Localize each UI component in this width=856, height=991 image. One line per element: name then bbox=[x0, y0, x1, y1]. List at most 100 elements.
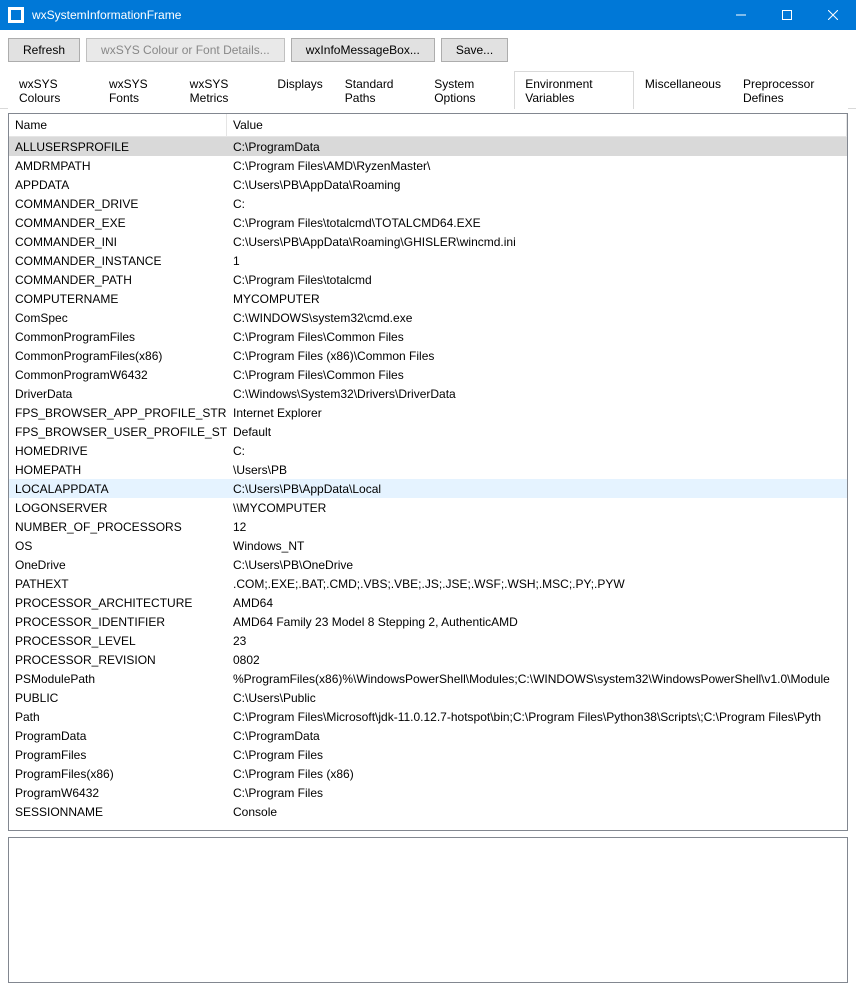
tab-miscellaneous[interactable]: Miscellaneous bbox=[634, 71, 732, 109]
table-row[interactable]: HOMEPATH\Users\PB bbox=[9, 460, 847, 479]
save-button[interactable]: Save... bbox=[441, 38, 508, 62]
table-row[interactable]: COMMANDER_EXEC:\Program Files\totalcmd\T… bbox=[9, 213, 847, 232]
cell-name: ComSpec bbox=[9, 311, 227, 325]
cell-name: CommonProgramFiles(x86) bbox=[9, 349, 227, 363]
table-row[interactable]: APPDATAC:\Users\PB\AppData\Roaming bbox=[9, 175, 847, 194]
cell-value: 1 bbox=[227, 254, 847, 268]
table-row[interactable]: ProgramDataC:\ProgramData bbox=[9, 726, 847, 745]
cell-value: C:\Users\PB\AppData\Roaming\GHISLER\winc… bbox=[227, 235, 847, 249]
cell-name: Path bbox=[9, 710, 227, 724]
cell-name: PROCESSOR_IDENTIFIER bbox=[9, 615, 227, 629]
table-row[interactable]: CommonProgramFilesC:\Program Files\Commo… bbox=[9, 327, 847, 346]
cell-name: APPDATA bbox=[9, 178, 227, 192]
cell-name: AMDRMPATH bbox=[9, 159, 227, 173]
cell-value: Console bbox=[227, 805, 847, 819]
cell-value: C:\ProgramData bbox=[227, 729, 847, 743]
cell-value: Default bbox=[227, 425, 847, 439]
table-row[interactable]: NUMBER_OF_PROCESSORS12 bbox=[9, 517, 847, 536]
cell-name: HOMEDRIVE bbox=[9, 444, 227, 458]
tab-system-options[interactable]: System Options bbox=[423, 71, 514, 109]
cell-name: PROCESSOR_ARCHITECTURE bbox=[9, 596, 227, 610]
maximize-button[interactable] bbox=[764, 0, 810, 30]
table-row[interactable]: ProgramFiles(x86)C:\Program Files (x86) bbox=[9, 764, 847, 783]
table-row[interactable]: PROCESSOR_ARCHITECTUREAMD64 bbox=[9, 593, 847, 612]
table-row[interactable]: DriverDataC:\Windows\System32\Drivers\Dr… bbox=[9, 384, 847, 403]
cell-name: FPS_BROWSER_USER_PROFILE_STRING bbox=[9, 425, 227, 439]
table-row[interactable]: OSWindows_NT bbox=[9, 536, 847, 555]
tab-standard-paths[interactable]: Standard Paths bbox=[334, 71, 423, 109]
cell-name: ProgramData bbox=[9, 729, 227, 743]
list-rows[interactable]: ALLUSERSPROFILEC:\ProgramDataAMDRMPATHC:… bbox=[9, 137, 847, 830]
table-row[interactable]: ProgramW6432C:\Program Files bbox=[9, 783, 847, 802]
tab-wxsys-metrics[interactable]: wxSYS Metrics bbox=[179, 71, 267, 109]
cell-value: AMD64 bbox=[227, 596, 847, 610]
cell-value: C:\Users\Public bbox=[227, 691, 847, 705]
cell-value: C:\Program Files bbox=[227, 786, 847, 800]
cell-value: C:\Program Files\AMD\RyzenMaster\ bbox=[227, 159, 847, 173]
tab-displays[interactable]: Displays bbox=[266, 71, 333, 109]
cell-value: C:\Program Files\Microsoft\jdk-11.0.12.7… bbox=[227, 710, 847, 724]
cell-value: \\MYCOMPUTER bbox=[227, 501, 847, 515]
cell-name: CommonProgramFiles bbox=[9, 330, 227, 344]
table-row[interactable]: FPS_BROWSER_APP_PROFILE_STRINGInternet E… bbox=[9, 403, 847, 422]
cell-name: ProgramW6432 bbox=[9, 786, 227, 800]
details-pane[interactable] bbox=[8, 837, 848, 983]
cell-value: AMD64 Family 23 Model 8 Stepping 2, Auth… bbox=[227, 615, 847, 629]
cell-name: LOGONSERVER bbox=[9, 501, 227, 515]
table-row[interactable]: PATHEXT.COM;.EXE;.BAT;.CMD;.VBS;.VBE;.JS… bbox=[9, 574, 847, 593]
cell-name: ALLUSERSPROFILE bbox=[9, 140, 227, 154]
cell-name: LOCALAPPDATA bbox=[9, 482, 227, 496]
cell-name: CommonProgramW6432 bbox=[9, 368, 227, 382]
table-row[interactable]: HOMEDRIVEC: bbox=[9, 441, 847, 460]
table-row[interactable]: PSModulePath%ProgramFiles(x86)%\WindowsP… bbox=[9, 669, 847, 688]
table-row[interactable]: ComSpecC:\WINDOWS\system32\cmd.exe bbox=[9, 308, 847, 327]
table-row[interactable]: COMMANDER_INIC:\Users\PB\AppData\Roaming… bbox=[9, 232, 847, 251]
column-header-value[interactable]: Value bbox=[227, 114, 847, 136]
table-row[interactable]: PUBLICC:\Users\Public bbox=[9, 688, 847, 707]
tab-wxsys-fonts[interactable]: wxSYS Fonts bbox=[98, 71, 179, 109]
table-row[interactable]: SESSIONNAMEConsole bbox=[9, 802, 847, 821]
cell-value: C:\Program Files bbox=[227, 748, 847, 762]
table-row[interactable]: PROCESSOR_IDENTIFIERAMD64 Family 23 Mode… bbox=[9, 612, 847, 631]
cell-name: PROCESSOR_REVISION bbox=[9, 653, 227, 667]
cell-value: Windows_NT bbox=[227, 539, 847, 553]
table-row[interactable]: FPS_BROWSER_USER_PROFILE_STRINGDefault bbox=[9, 422, 847, 441]
colour-details-button: wxSYS Colour or Font Details... bbox=[86, 38, 285, 62]
cell-value: C:\ProgramData bbox=[227, 140, 847, 154]
tab-wxsys-colours[interactable]: wxSYS Colours bbox=[8, 71, 98, 109]
cell-value: MYCOMPUTER bbox=[227, 292, 847, 306]
table-row[interactable]: PROCESSOR_REVISION0802 bbox=[9, 650, 847, 669]
info-messagebox-button[interactable]: wxInfoMessageBox... bbox=[291, 38, 435, 62]
list-view: Name Value ALLUSERSPROFILEC:\ProgramData… bbox=[8, 113, 848, 831]
table-row[interactable]: COMMANDER_INSTANCE1 bbox=[9, 251, 847, 270]
table-row[interactable]: ProgramFilesC:\Program Files bbox=[9, 745, 847, 764]
table-row[interactable]: PROCESSOR_LEVEL23 bbox=[9, 631, 847, 650]
table-row[interactable]: CommonProgramW6432C:\Program Files\Commo… bbox=[9, 365, 847, 384]
column-header-name[interactable]: Name bbox=[9, 114, 227, 136]
toolbar: Refresh wxSYS Colour or Font Details... … bbox=[0, 30, 856, 70]
minimize-button[interactable] bbox=[718, 0, 764, 30]
cell-name: PUBLIC bbox=[9, 691, 227, 705]
cell-value: \Users\PB bbox=[227, 463, 847, 477]
table-row[interactable]: PathC:\Program Files\Microsoft\jdk-11.0.… bbox=[9, 707, 847, 726]
table-row[interactable]: AMDRMPATHC:\Program Files\AMD\RyzenMaste… bbox=[9, 156, 847, 175]
titlebar[interactable]: wxSystemInformationFrame bbox=[0, 0, 856, 30]
table-row[interactable]: LOGONSERVER\\MYCOMPUTER bbox=[9, 498, 847, 517]
refresh-button[interactable]: Refresh bbox=[8, 38, 80, 62]
table-row[interactable]: ALLUSERSPROFILEC:\ProgramData bbox=[9, 137, 847, 156]
cell-value: Internet Explorer bbox=[227, 406, 847, 420]
close-button[interactable] bbox=[810, 0, 856, 30]
cell-value: .COM;.EXE;.BAT;.CMD;.VBS;.VBE;.JS;.JSE;.… bbox=[227, 577, 847, 591]
cell-name: ProgramFiles(x86) bbox=[9, 767, 227, 781]
cell-name: SESSIONNAME bbox=[9, 805, 227, 819]
table-row[interactable]: COMMANDER_DRIVEC: bbox=[9, 194, 847, 213]
tab-environment-variables[interactable]: Environment Variables bbox=[514, 71, 634, 109]
table-row[interactable]: COMPUTERNAMEMYCOMPUTER bbox=[9, 289, 847, 308]
table-row[interactable]: LOCALAPPDATAC:\Users\PB\AppData\Local bbox=[9, 479, 847, 498]
tab-preprocessor-defines[interactable]: Preprocessor Defines bbox=[732, 71, 848, 109]
table-row[interactable]: COMMANDER_PATHC:\Program Files\totalcmd bbox=[9, 270, 847, 289]
cell-name: COMMANDER_PATH bbox=[9, 273, 227, 287]
table-row[interactable]: CommonProgramFiles(x86)C:\Program Files … bbox=[9, 346, 847, 365]
cell-name: NUMBER_OF_PROCESSORS bbox=[9, 520, 227, 534]
table-row[interactable]: OneDriveC:\Users\PB\OneDrive bbox=[9, 555, 847, 574]
